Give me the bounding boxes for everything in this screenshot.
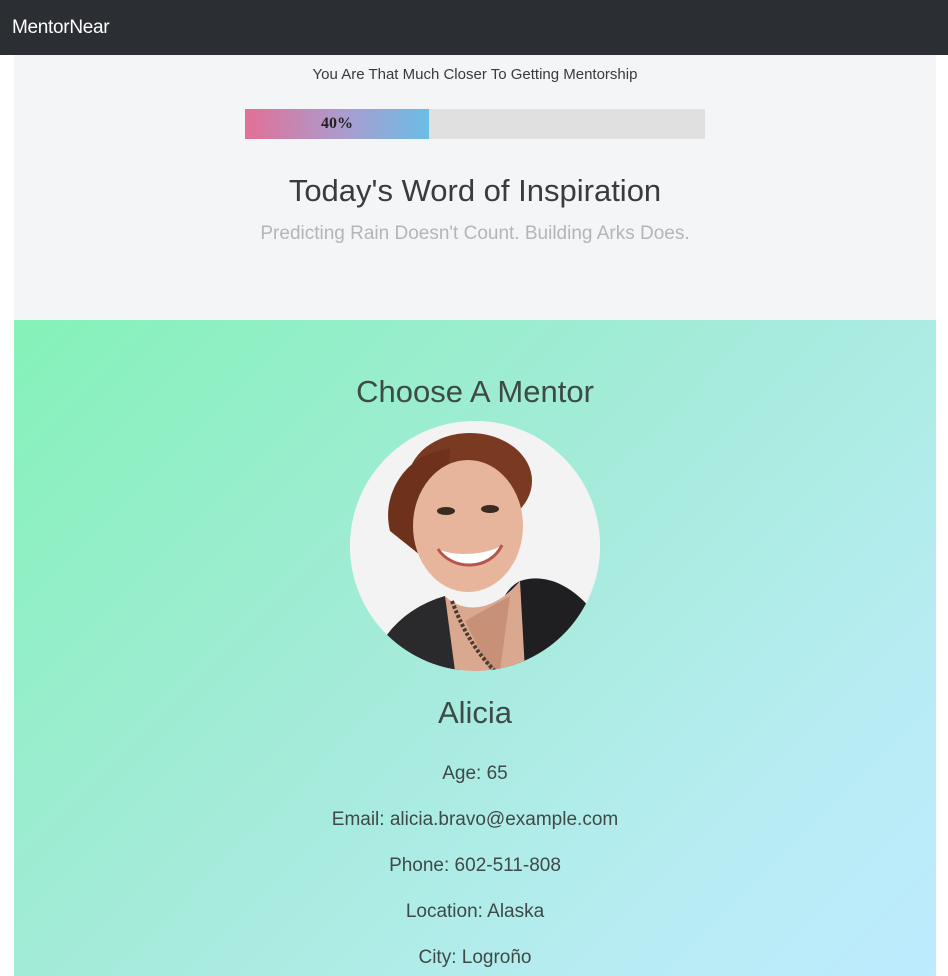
mentor-location: Location: Alaska [405,901,545,922]
progress-bar-fill: 40% [245,109,429,139]
mentor-phone: Phone: 602-511-808 [389,855,561,876]
mentor-email: Email: alicia.bravo@example.com [331,809,619,830]
progress-percent-label: 40% [321,115,353,132]
mentor-name: Alicia [437,695,513,730]
top-navbar: MentorNear [0,0,948,55]
mentor-photo [350,421,600,671]
progress-section: You Are That Much Closer To Getting Ment… [14,55,936,320]
progress-tagline: You Are That Much Closer To Getting Ment… [312,66,638,83]
mentor-city: City: Logroño [418,947,532,968]
mentor-section: Choose A Mentor Alicia Age: 65 Email: al… [14,320,936,976]
choose-mentor-heading: Choose A Mentor [356,374,594,409]
mentor-avatar[interactable] [350,421,600,671]
inspiration-title: Today's Word of Inspiration [288,173,662,208]
brand-logo[interactable]: MentorNear [12,17,110,39]
mentor-age: Age: 65 [442,763,508,784]
inspiration-quote: Predicting Rain Doesn't Count. Building … [260,223,690,244]
progress-bar: 40% [245,109,705,139]
